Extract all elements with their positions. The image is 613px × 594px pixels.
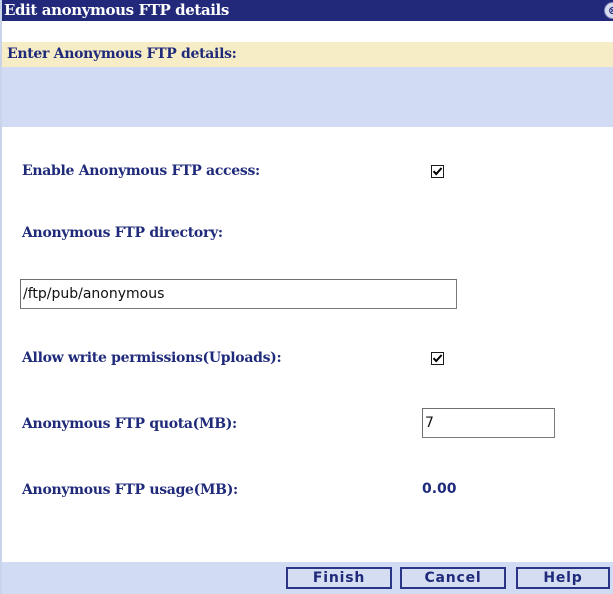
write-permissions-checkbox[interactable] bbox=[431, 352, 444, 365]
checkmark-icon bbox=[432, 167, 443, 176]
quota-label: Anonymous FTP quota(MB): bbox=[22, 416, 237, 432]
directory-label: Anonymous FTP directory: bbox=[22, 225, 223, 241]
quota-input[interactable] bbox=[422, 408, 555, 438]
dialog-titlebar: Edit anonymous FTP details ⊗ bbox=[2, 0, 613, 21]
top-spacer bbox=[2, 21, 613, 42]
dialog-title: Edit anonymous FTP details bbox=[4, 1, 229, 19]
info-band bbox=[2, 67, 613, 127]
finish-button[interactable]: Finish bbox=[286, 567, 392, 589]
directory-input[interactable] bbox=[20, 279, 457, 309]
checkmark-icon bbox=[432, 354, 443, 363]
cancel-button[interactable]: Cancel bbox=[400, 567, 506, 589]
enable-ftp-checkbox[interactable] bbox=[431, 165, 444, 178]
help-button[interactable]: Help bbox=[516, 567, 610, 589]
section-header: Enter Anonymous FTP details: bbox=[2, 42, 613, 67]
edit-ftp-dialog: Edit anonymous FTP details ⊗ Enter Anony… bbox=[0, 0, 613, 594]
enable-ftp-label: Enable Anonymous FTP access: bbox=[22, 163, 260, 179]
close-icon[interactable]: ⊗ bbox=[604, 2, 613, 19]
usage-label: Anonymous FTP usage(MB): bbox=[22, 482, 238, 498]
usage-value: 0.00 bbox=[422, 481, 457, 497]
write-permissions-label: Allow write permissions(Uploads): bbox=[22, 350, 282, 366]
